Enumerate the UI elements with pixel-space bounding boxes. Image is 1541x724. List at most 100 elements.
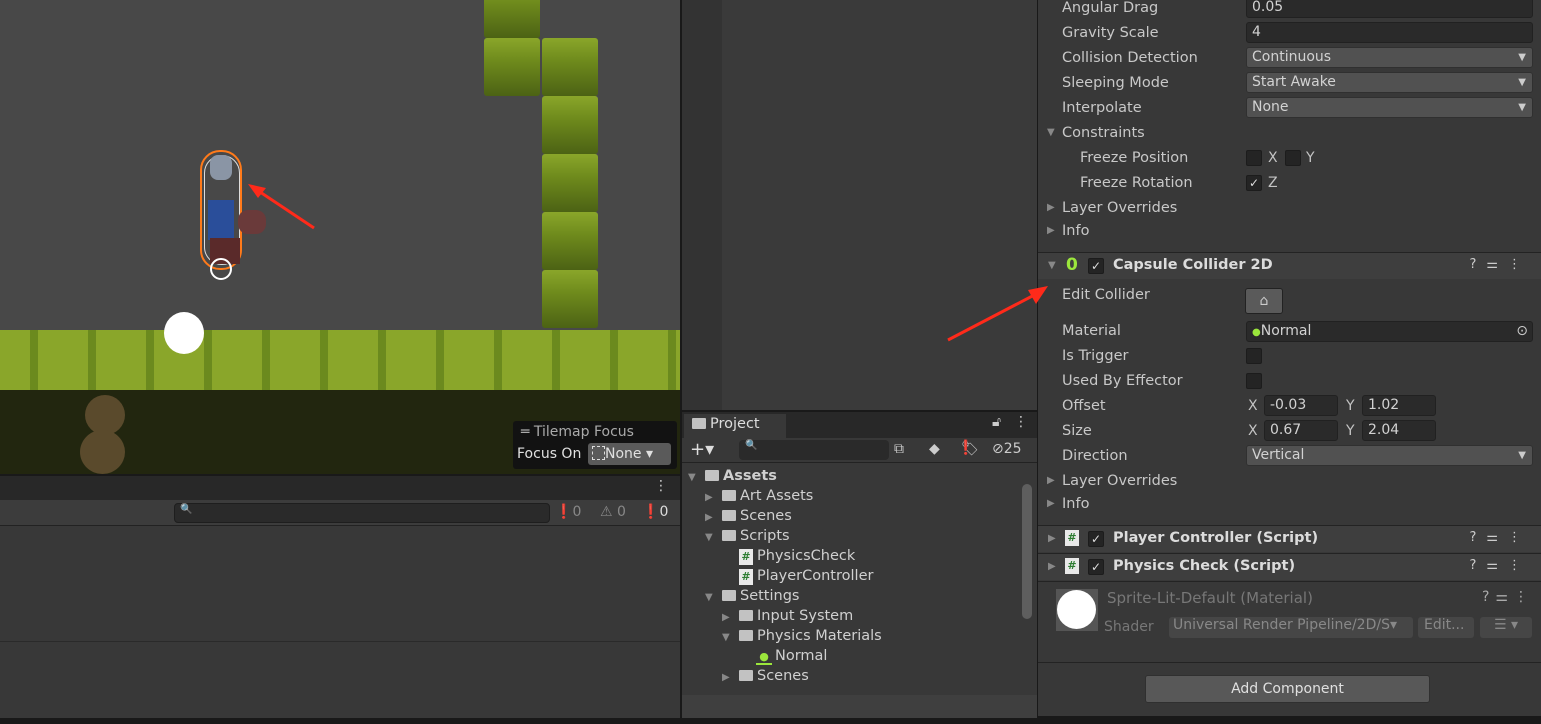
object-picker-icon[interactable]: ⊙: [1516, 322, 1528, 341]
foldout-arrow-icon[interactable]: ▶: [1047, 498, 1055, 509]
info-count-toggle[interactable]: ❗0: [555, 504, 581, 520]
lock-icon[interactable]: 🔓︎: [992, 414, 1001, 430]
error-icon: ❗: [642, 504, 660, 520]
console-search-input[interactable]: 🔍: [174, 503, 550, 523]
selection-icon: [592, 446, 605, 460]
scrollbar[interactable]: [1022, 484, 1032, 619]
enabled-checkbox[interactable]: ✓: [1088, 258, 1104, 274]
expand-arrow-icon[interactable]: ▶: [722, 672, 739, 683]
scene-view[interactable]: ═ Tilemap Focus Focus On None ▾: [0, 0, 680, 474]
freeze-rotation-label: Freeze Rotation: [1080, 175, 1193, 191]
folder-icon: [692, 418, 706, 429]
material-header-icons[interactable]: ?⚌⋮: [1482, 589, 1534, 605]
size-x-field[interactable]: 0.67: [1264, 420, 1338, 441]
project-tree-item[interactable]: ● Normal: [739, 648, 827, 665]
expand-arrow-icon: ▶: [1048, 561, 1056, 572]
focus-on-label: Focus On: [517, 446, 582, 462]
project-tree-item[interactable]: # PlayerController: [722, 568, 873, 585]
edit-collider-icon: ⌂: [1259, 293, 1269, 309]
direction-label: Direction: [1062, 448, 1128, 464]
foldout-arrow-icon[interactable]: ▶: [1047, 475, 1055, 486]
enabled-checkbox[interactable]: ✓: [1088, 559, 1104, 575]
is-trigger-checkbox[interactable]: [1246, 348, 1262, 364]
project-tree-item[interactable]: ▶ Art Assets: [705, 488, 813, 504]
physics-check-header[interactable]: ▶ # ✓ Physics Check (Script) ?⚌⋮: [1038, 553, 1541, 580]
expand-arrow-icon[interactable]: ▶: [705, 512, 722, 523]
search-by-type-icon[interactable]: ⧉: [894, 441, 904, 457]
project-tree-item[interactable]: # PhysicsCheck: [722, 548, 855, 565]
player-controller-header[interactable]: ▶ # ✓ Player Controller (Script) ?⚌⋮: [1038, 525, 1541, 552]
error-filter-icon[interactable]: ❗: [957, 440, 974, 456]
tilemap-focus-overlay: ═ Tilemap Focus Focus On None ▾: [513, 421, 677, 469]
focus-on-dropdown[interactable]: None ▾: [588, 443, 671, 465]
edit-shader-button[interactable]: Edit...: [1418, 617, 1474, 638]
folder-icon: [722, 530, 736, 541]
project-tree-item[interactable]: ▶ Scenes: [705, 508, 792, 524]
folder-icon: [739, 630, 753, 641]
overlay-title: ═ Tilemap Focus: [521, 424, 634, 440]
more-icon[interactable]: ⋮: [654, 478, 668, 494]
header-icons[interactable]: ?⚌⋮: [1469, 530, 1531, 545]
gravity-scale-label: Gravity Scale: [1062, 25, 1159, 41]
expand-arrow-icon[interactable]: ▼: [705, 592, 722, 603]
foldout-arrow-icon[interactable]: ▶: [1047, 225, 1055, 236]
constraints-foldout: Constraints: [1062, 125, 1145, 141]
project-search-input[interactable]: 🔍: [739, 440, 889, 460]
filter-by-type-icon[interactable]: ◆: [929, 441, 940, 457]
foldout-arrow-icon[interactable]: ▼: [1047, 127, 1055, 138]
expand-arrow-icon[interactable]: ▶: [722, 612, 739, 623]
expand-arrow-icon[interactable]: ▼: [705, 532, 722, 543]
offset-x-field[interactable]: -0.03: [1264, 395, 1338, 416]
freeze-position-y-checkbox[interactable]: [1285, 150, 1301, 166]
interpolate-dropdown[interactable]: None: [1246, 97, 1533, 118]
capsule-collider-header[interactable]: ▼ 0 ✓ Capsule Collider 2D ?⚌⋮: [1038, 252, 1541, 279]
shader-options-dropdown[interactable]: ☰ ▾: [1480, 617, 1532, 638]
project-tree-item[interactable]: ▶ Scenes: [722, 668, 809, 684]
expand-arrow-icon[interactable]: ▼: [722, 632, 739, 643]
header-icons[interactable]: ?⚌⋮: [1469, 257, 1531, 272]
project-tree-item[interactable]: ▼ Settings: [705, 588, 799, 604]
sleeping-mode-dropdown[interactable]: Start Awake: [1246, 72, 1533, 93]
angular-drag-field[interactable]: 0.05: [1246, 0, 1533, 18]
annotation-arrow: [947, 286, 1048, 342]
physics-material-icon: ●: [756, 650, 772, 665]
hidden-packages-toggle[interactable]: ⊘25: [992, 441, 1022, 457]
project-tree-item[interactable]: ▼ Scripts: [705, 528, 790, 544]
script-icon: #: [739, 569, 753, 585]
collision-detection-label: Collision Detection: [1062, 50, 1198, 66]
error-count-toggle[interactable]: ❗0: [642, 504, 668, 520]
more-icon[interactable]: ⋮: [1014, 414, 1028, 430]
folder-icon: [739, 670, 753, 681]
drag-handle-icon[interactable]: ═: [521, 424, 534, 440]
material-field[interactable]: ●Normal ⊙: [1246, 321, 1533, 342]
interpolate-label: Interpolate: [1062, 100, 1142, 116]
edit-collider-button[interactable]: ⌂: [1245, 288, 1283, 314]
shader-dropdown[interactable]: Universal Render Pipeline/2D/S▾: [1169, 617, 1413, 638]
create-button[interactable]: +▾: [690, 439, 714, 460]
folder-icon: [722, 510, 736, 521]
foldout-arrow-icon[interactable]: ▶: [1047, 202, 1055, 213]
project-tree-item[interactable]: ▼ Physics Materials: [722, 628, 882, 644]
folder-icon: [739, 610, 753, 621]
expand-arrow-icon[interactable]: ▼: [688, 472, 705, 483]
info-foldout: Info: [1062, 496, 1090, 512]
expand-arrow-icon[interactable]: ▶: [705, 492, 722, 503]
folder-icon: [722, 590, 736, 601]
offset-y-field[interactable]: 1.02: [1362, 395, 1436, 416]
freeze-rotation-z-checkbox[interactable]: ✓: [1246, 175, 1262, 191]
collision-detection-dropdown[interactable]: Continuous: [1246, 47, 1533, 68]
used-by-effector-checkbox[interactable]: [1246, 373, 1262, 389]
project-tree-item[interactable]: ▶ Input System: [722, 608, 853, 624]
capsule-collider-icon: 0: [1066, 255, 1078, 275]
freeze-position-x-checkbox[interactable]: [1246, 150, 1262, 166]
warning-count-toggle[interactable]: ⚠ 0: [600, 504, 626, 520]
header-icons[interactable]: ?⚌⋮: [1469, 558, 1531, 573]
project-tree-item[interactable]: ▼ Assets: [688, 468, 777, 484]
tab-project[interactable]: Project: [684, 414, 786, 438]
enabled-checkbox[interactable]: ✓: [1088, 531, 1104, 547]
add-component-button[interactable]: Add Component: [1145, 675, 1430, 703]
gravity-scale-field[interactable]: 4: [1246, 22, 1533, 43]
direction-dropdown[interactable]: Vertical: [1246, 445, 1533, 466]
sleeping-mode-label: Sleeping Mode: [1062, 75, 1169, 91]
size-y-field[interactable]: 2.04: [1362, 420, 1436, 441]
